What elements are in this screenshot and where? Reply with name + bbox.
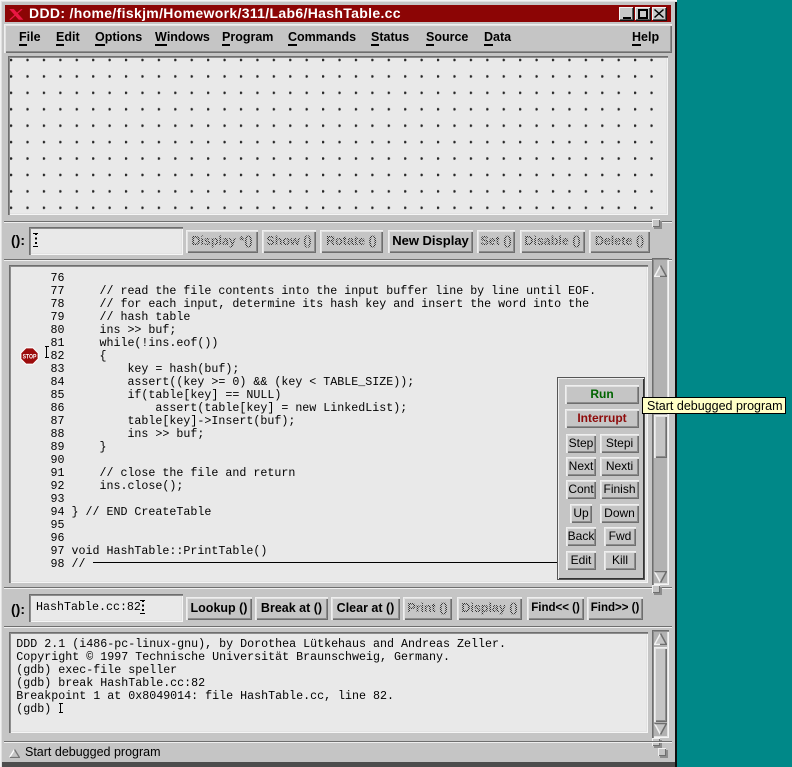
svg-text:STOP: STOP [23,353,37,360]
